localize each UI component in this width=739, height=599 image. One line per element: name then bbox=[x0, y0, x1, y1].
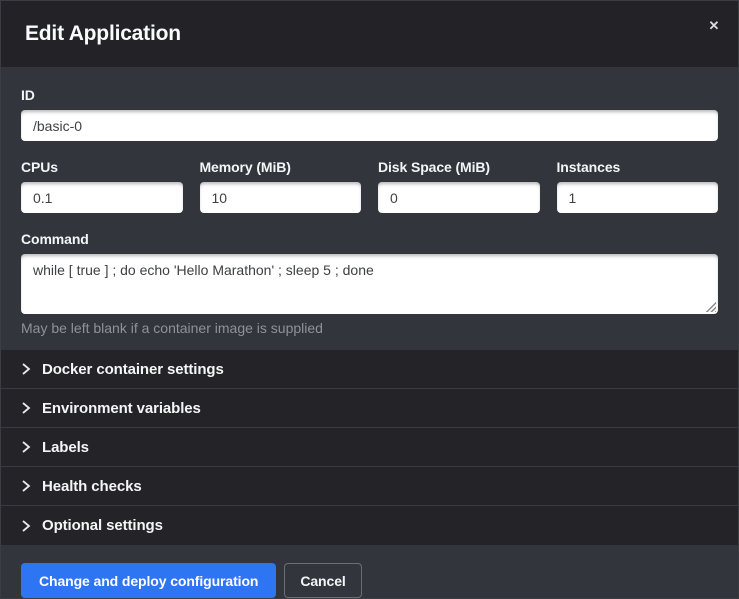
instances-input[interactable] bbox=[557, 182, 719, 213]
section-label: Labels bbox=[42, 439, 89, 456]
close-icon[interactable]: ✕ bbox=[705, 17, 723, 35]
section-optional-settings[interactable]: Optional settings bbox=[1, 506, 738, 545]
section-label: Optional settings bbox=[42, 517, 163, 534]
cpus-field-group: CPUs bbox=[21, 159, 183, 213]
application-form: ID CPUs Memory (MiB) Disk Space (MiB) In… bbox=[1, 67, 738, 350]
disk-input[interactable] bbox=[378, 182, 540, 213]
modal-header: Edit Application ✕ bbox=[1, 1, 738, 67]
modal-footer: Change and deploy configuration Cancel bbox=[1, 545, 738, 598]
modal-title: Edit Application bbox=[25, 22, 181, 46]
section-docker-container-settings[interactable]: Docker container settings bbox=[1, 350, 738, 389]
chevron-right-icon bbox=[21, 402, 31, 414]
chevron-right-icon bbox=[21, 363, 31, 375]
chevron-right-icon bbox=[21, 441, 31, 453]
section-health-checks[interactable]: Health checks bbox=[1, 467, 738, 506]
section-label: Environment variables bbox=[42, 400, 201, 417]
command-textarea[interactable]: while [ true ] ; do echo 'Hello Marathon… bbox=[21, 254, 718, 314]
edit-application-modal: Edit Application ✕ ID CPUs Memory (MiB) … bbox=[0, 0, 739, 599]
command-textarea-wrap: while [ true ] ; do echo 'Hello Marathon… bbox=[21, 254, 718, 314]
memory-field-group: Memory (MiB) bbox=[200, 159, 362, 213]
memory-label: Memory (MiB) bbox=[200, 159, 362, 175]
disk-label: Disk Space (MiB) bbox=[378, 159, 540, 175]
section-label: Docker container settings bbox=[42, 361, 224, 378]
section-environment-variables[interactable]: Environment variables bbox=[1, 389, 738, 428]
cancel-button[interactable]: Cancel bbox=[284, 563, 361, 598]
resource-fields-row: CPUs Memory (MiB) Disk Space (MiB) Insta… bbox=[21, 159, 718, 213]
instances-label: Instances bbox=[557, 159, 719, 175]
collapsible-sections: Docker container settings Environment va… bbox=[1, 350, 738, 545]
command-help-text: May be left blank if a container image i… bbox=[21, 320, 718, 336]
chevron-right-icon bbox=[21, 480, 31, 492]
section-labels[interactable]: Labels bbox=[1, 428, 738, 467]
chevron-right-icon bbox=[21, 520, 31, 532]
id-input[interactable] bbox=[21, 110, 718, 141]
disk-field-group: Disk Space (MiB) bbox=[378, 159, 540, 213]
change-and-deploy-button[interactable]: Change and deploy configuration bbox=[21, 563, 276, 598]
section-label: Health checks bbox=[42, 478, 142, 495]
id-label: ID bbox=[21, 87, 718, 103]
cpus-label: CPUs bbox=[21, 159, 183, 175]
command-field-group: Command while [ true ] ; do echo 'Hello … bbox=[21, 231, 718, 336]
command-label: Command bbox=[21, 231, 718, 247]
id-field-group: ID bbox=[21, 87, 718, 141]
cpus-input[interactable] bbox=[21, 182, 183, 213]
memory-input[interactable] bbox=[200, 182, 362, 213]
instances-field-group: Instances bbox=[557, 159, 719, 213]
